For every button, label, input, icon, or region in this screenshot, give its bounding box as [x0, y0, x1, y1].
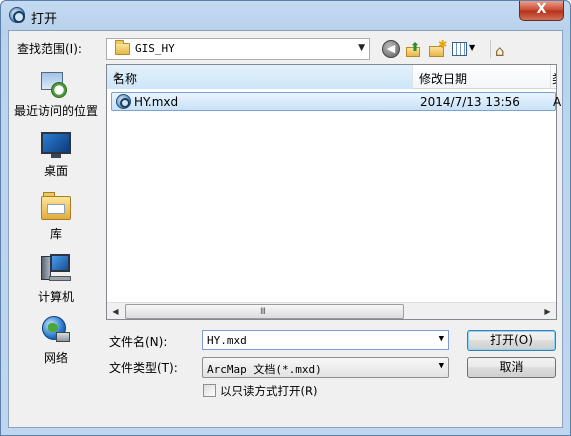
desktop-icon: [41, 132, 71, 158]
column-name[interactable]: ▲ 名称: [107, 65, 413, 89]
file-type-label: 文件类型(T):: [109, 361, 178, 375]
read-only-label: 以只读方式打开(R): [220, 384, 318, 398]
look-in-value: GIS_HY: [135, 42, 175, 55]
chevron-down-icon: ▼: [438, 361, 444, 371]
place-label: 桌面: [43, 164, 68, 178]
column-name-label: 名称: [113, 72, 138, 86]
title-bar[interactable]: 打开 X: [1, 1, 570, 31]
places-bar: 最近访问的位置 桌面 库 计算机 网络: [8, 60, 104, 380]
place-label: 计算机: [37, 290, 74, 304]
file-name-label: 文件名(N):: [109, 335, 168, 349]
file-name-value: HY.mxd: [207, 334, 247, 347]
file-date-cell: 2014/7/13 13:56: [420, 95, 520, 109]
new-folder-icon[interactable]: ✱: [428, 38, 447, 58]
folder-icon: [115, 40, 130, 55]
file-type-dropdown[interactable]: ArcMap 文档(*.mxd) ▼: [202, 357, 449, 378]
scroll-grip: III: [260, 307, 266, 317]
place-network[interactable]: 网络: [8, 314, 104, 368]
arcmap-document-icon: [116, 94, 131, 109]
file-row[interactable]: HY.mxd 2014/7/13 13:56 A: [111, 92, 561, 111]
file-name-input[interactable]: HY.mxd ▼: [202, 330, 449, 350]
arcmap-app-icon: [9, 7, 25, 23]
network-icon: [42, 316, 70, 344]
place-label: 网络: [43, 351, 68, 365]
column-date-label: 修改日期: [419, 72, 468, 86]
chevron-down-icon[interactable]: ▼: [439, 334, 444, 344]
up-one-level-icon[interactable]: ⬆: [404, 40, 422, 58]
back-icon[interactable]: ◀: [382, 40, 400, 58]
file-type-cell: A: [553, 95, 562, 109]
cancel-button[interactable]: 取消: [467, 357, 556, 378]
place-desktop[interactable]: 桌面: [8, 128, 104, 180]
column-type-label: 类: [552, 70, 556, 87]
place-computer[interactable]: 计算机: [8, 252, 104, 306]
column-date-modified[interactable]: 修改日期: [413, 65, 551, 89]
column-type[interactable]: 类: [551, 65, 556, 89]
file-list[interactable]: ▲ 名称 修改日期 类 HY.mxd 2014/7/13 13:56 A ◀ I…: [106, 64, 561, 320]
place-label: 库: [49, 227, 62, 241]
view-menu-icon[interactable]: ▼: [451, 40, 477, 58]
column-header: ▲ 名称 修改日期 类: [107, 65, 556, 89]
file-name-cell: HY.mxd: [134, 95, 179, 109]
horizontal-scrollbar[interactable]: ◀ III ▶: [107, 302, 556, 319]
home-icon[interactable]: ⌂: [490, 40, 512, 60]
libraries-icon: [41, 192, 71, 222]
scroll-thumb[interactable]: III: [125, 304, 404, 319]
scroll-right-icon[interactable]: ▶: [539, 303, 556, 320]
place-libraries[interactable]: 库: [8, 190, 104, 242]
scroll-left-icon[interactable]: ◀: [107, 303, 124, 320]
place-label: 最近访问的位置: [13, 104, 98, 118]
place-recent[interactable]: 最近访问的位置: [8, 66, 104, 122]
file-type-value: ArcMap 文档(*.mxd): [207, 363, 322, 376]
recent-places-icon: [41, 72, 67, 98]
close-button[interactable]: X: [519, 1, 564, 21]
computer-icon: [41, 254, 71, 282]
open-button[interactable]: 打开(O): [467, 330, 556, 351]
look-in-dropdown[interactable]: GIS_HY ▼: [106, 38, 370, 60]
dialog-title: 打开: [31, 12, 58, 27]
read-only-checkbox[interactable]: [203, 384, 216, 397]
look-in-label: 查找范围(I):: [17, 42, 82, 56]
chevron-down-icon: ▼: [358, 43, 365, 53]
